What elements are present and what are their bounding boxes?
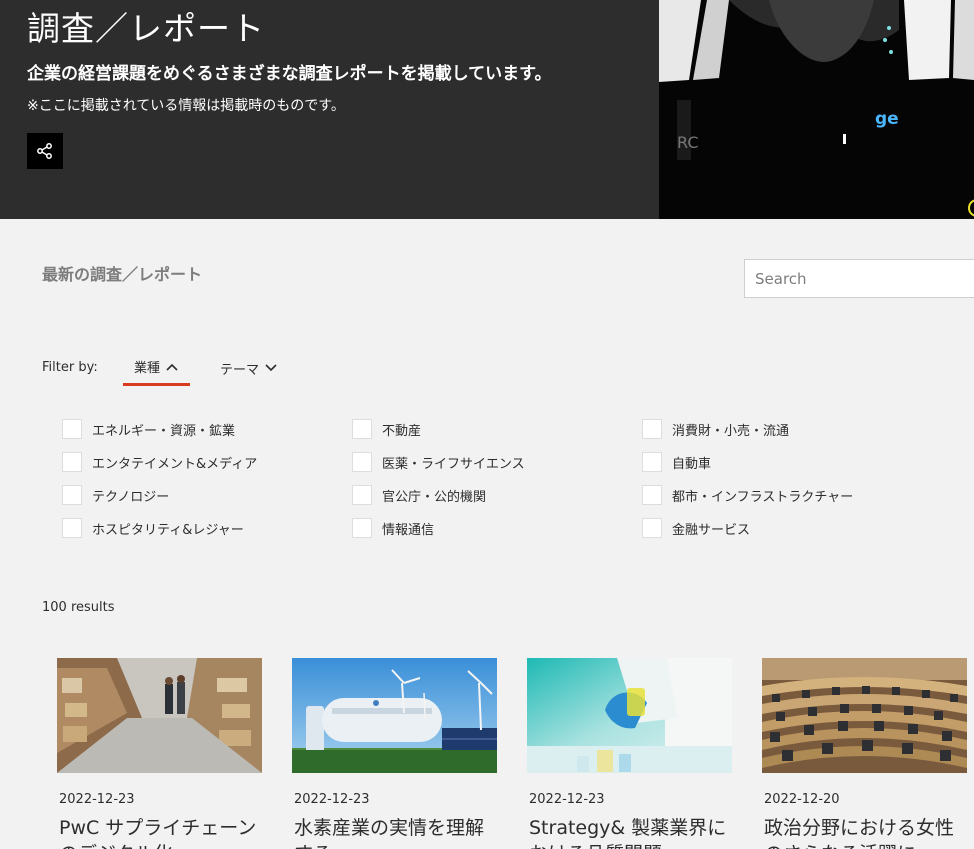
checkbox[interactable]: [642, 452, 662, 472]
card-title: 水素産業の実情を理解する: [294, 817, 485, 849]
checkbox-label: ホスピタリティ&レジャー: [92, 522, 244, 538]
filter-option-automotive[interactable]: 自動車: [642, 452, 711, 472]
card-date: 2022-12-23: [529, 792, 605, 807]
checkbox[interactable]: [642, 419, 662, 439]
section-title: 最新の調査／レポート: [42, 265, 203, 284]
hero-subtitle: 企業の経営課題をめぐるさまざまな調査レポートを掲載しています。: [27, 64, 552, 84]
card-image: [57, 658, 262, 773]
checkbox-label: 自動車: [672, 456, 712, 472]
card-image: [292, 658, 497, 773]
checkbox-label: 都市・インフラストラクチャー: [672, 489, 854, 505]
filter-option-pharma[interactable]: 医薬・ライフサイエンス: [352, 452, 525, 472]
hero-note: ※ここに掲載されている情報は掲載時のものです。: [27, 98, 345, 114]
checkbox[interactable]: [62, 419, 82, 439]
filter-option-infrastructure[interactable]: 都市・インフラストラクチャー: [642, 485, 853, 505]
card-image: [527, 658, 732, 773]
checkbox[interactable]: [352, 518, 372, 538]
search-input[interactable]: [745, 260, 974, 297]
results-count: 100 results: [42, 600, 115, 615]
filter-tab-theme[interactable]: テーマ: [220, 350, 277, 386]
checkbox-label: 不動産: [382, 423, 422, 439]
share-button[interactable]: [27, 133, 63, 169]
share-icon: [37, 143, 52, 159]
filter-option-consumer[interactable]: 消費財・小売・流通: [642, 419, 789, 439]
checkbox[interactable]: [642, 518, 662, 538]
checkbox-label: エンタテイメント&メディア: [92, 456, 258, 472]
filter-option-financial[interactable]: 金融サービス: [642, 518, 750, 538]
filter-option-telecom[interactable]: 情報通信: [352, 518, 434, 538]
chevron-up-icon: [166, 363, 178, 371]
svg-text:RC: RC: [677, 133, 699, 152]
report-card[interactable]: 2022-12-20 政治分野における女性のさらなる活躍に: [762, 658, 967, 849]
checkbox-label: エネルギー・資源・鉱業: [92, 423, 236, 439]
card-date: 2022-12-20: [764, 792, 840, 807]
search-box: [744, 259, 974, 298]
card-date: 2022-12-23: [59, 792, 135, 807]
card-title: Strategy& 製薬業界における品質問題: [529, 817, 727, 849]
filter-tab-label: 業種: [134, 361, 161, 376]
card-title: PwC サプライチェーンのデジタル化: [59, 817, 257, 849]
filter-option-energy[interactable]: エネルギー・資源・鉱業: [62, 419, 235, 439]
checkbox[interactable]: [352, 419, 372, 439]
checkbox-label: 金融サービス: [672, 522, 751, 538]
checkbox[interactable]: [352, 485, 372, 505]
checkbox[interactable]: [352, 452, 372, 472]
filter-option-technology[interactable]: テクノロジー: [62, 485, 169, 505]
filter-label: Filter by:: [42, 360, 98, 375]
chevron-down-icon: [265, 364, 277, 372]
report-card[interactable]: 2022-12-23 Strategy& 製薬業界における品質問題: [527, 658, 732, 849]
checkbox[interactable]: [62, 485, 82, 505]
report-card[interactable]: 2022-12-23 水素産業の実情を理解する: [292, 658, 497, 849]
filter-option-real-estate[interactable]: 不動産: [352, 419, 421, 439]
checkbox[interactable]: [62, 452, 82, 472]
checkbox[interactable]: [642, 485, 662, 505]
filter-option-government[interactable]: 官公庁・公的機関: [352, 485, 486, 505]
checkbox-label: 医薬・ライフサイエンス: [382, 456, 525, 472]
svg-text:ge: ge: [875, 109, 899, 129]
card-image: [762, 658, 967, 773]
card-title: 政治分野における女性のさらなる活躍に: [764, 817, 955, 849]
report-card[interactable]: 2022-12-23 PwC サプライチェーンのデジタル化: [57, 658, 262, 849]
filter-tab-label: テーマ: [220, 362, 260, 378]
checkbox-label: 消費財・小売・流通: [672, 423, 790, 439]
card-date: 2022-12-23: [294, 792, 370, 807]
checkbox-label: 情報通信: [382, 522, 435, 538]
filter-option-entertainment[interactable]: エンタテイメント&メディア: [62, 452, 257, 472]
filter-option-hospitality[interactable]: ホスピタリティ&レジャー: [62, 518, 244, 538]
filter-tab-industry[interactable]: 業種: [123, 350, 190, 386]
hero-image: RC ge: [659, 0, 974, 219]
checkbox[interactable]: [62, 518, 82, 538]
checkbox-label: テクノロジー: [92, 489, 170, 505]
checkbox-label: 官公庁・公的機関: [382, 489, 487, 505]
hero-banner: 調査／レポート 企業の経営課題をめぐるさまざまな調査レポートを掲載しています。 …: [0, 0, 974, 219]
page-title: 調査／レポート: [27, 9, 265, 48]
